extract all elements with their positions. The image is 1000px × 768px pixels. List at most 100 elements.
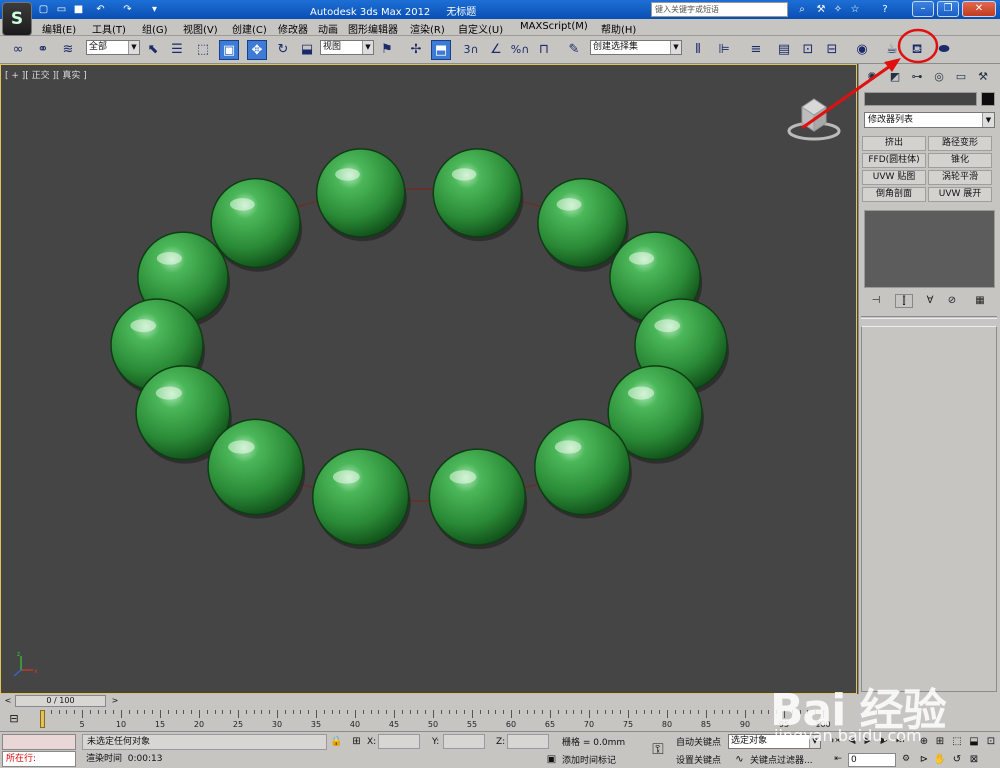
- select-scale-icon[interactable]: ⬓: [297, 40, 317, 60]
- render-production-icon[interactable]: ⬬: [934, 40, 954, 60]
- curve-editor-icon[interactable]: ⊡: [798, 40, 818, 60]
- align-icon[interactable]: ⊫: [714, 40, 734, 60]
- menu-tools[interactable]: 工具(T): [92, 21, 126, 36]
- menu-create[interactable]: 创建(C): [232, 21, 267, 36]
- time-tag-icon[interactable]: ▣: [545, 753, 558, 766]
- render-setup-icon[interactable]: ☕: [882, 40, 902, 60]
- hierarchy-tab-icon[interactable]: ⊶: [907, 67, 927, 87]
- bevel-profile-button[interactable]: 倒角剖面: [862, 187, 926, 202]
- make-unique-icon[interactable]: ∀: [921, 294, 939, 308]
- save-file-icon[interactable]: ■: [72, 3, 85, 16]
- pin-stack-icon[interactable]: ⊣: [867, 294, 885, 308]
- current-frame-field[interactable]: 0: [848, 753, 896, 767]
- restore-button[interactable]: ❐: [937, 1, 959, 17]
- layer-manager-icon[interactable]: ≡: [746, 40, 766, 60]
- go-to-start-icon[interactable]: ⏮: [829, 735, 843, 748]
- y-coordinate-field[interactable]: [443, 734, 485, 749]
- create-tab-icon[interactable]: ✺: [862, 67, 882, 87]
- rectangular-selection-icon[interactable]: ⬚: [193, 40, 213, 60]
- binoculars-icon[interactable]: ⌕: [795, 3, 809, 16]
- select-by-name-icon[interactable]: ☰: [167, 40, 187, 60]
- field-of-view-icon[interactable]: ⊳: [917, 753, 931, 767]
- utilities-tab-icon[interactable]: ⚒: [973, 67, 993, 87]
- key-selection-dropdown[interactable]: 选定对象 ▼: [728, 734, 821, 749]
- select-object-icon[interactable]: ⬉: [143, 40, 163, 60]
- undo-icon[interactable]: ↶: [94, 3, 107, 16]
- time-prev-arrow[interactable]: <: [3, 695, 13, 707]
- quick-access-dropdown-icon[interactable]: ▾: [148, 3, 161, 16]
- previous-frame-icon[interactable]: ◀: [845, 735, 859, 748]
- menu-group[interactable]: 组(G): [142, 21, 168, 36]
- zoom-extents-icon[interactable]: ⬚: [950, 735, 964, 749]
- zoom-region-icon[interactable]: ⊡: [984, 735, 998, 749]
- angle-snap-icon[interactable]: ∠: [486, 40, 506, 60]
- window-crossing-icon[interactable]: ▣: [219, 40, 239, 60]
- menu-views[interactable]: 视图(V): [183, 21, 218, 36]
- play-icon[interactable]: ▶: [861, 735, 875, 748]
- x-coordinate-field[interactable]: [378, 734, 420, 749]
- lock-selection-icon[interactable]: 🔒: [330, 735, 343, 748]
- configure-sets-icon[interactable]: ▦: [971, 294, 989, 308]
- keyboard-shortcut-override-icon[interactable]: ⬒: [431, 40, 451, 60]
- minimize-button[interactable]: –: [912, 1, 934, 17]
- close-button[interactable]: ✕: [962, 1, 996, 17]
- object-color-swatch[interactable]: [981, 92, 995, 106]
- show-end-result-icon[interactable]: ⫿: [895, 294, 913, 308]
- communication-icon[interactable]: ✧: [831, 3, 845, 16]
- menu-modifiers[interactable]: 修改器: [278, 21, 308, 36]
- pivot-center-icon[interactable]: ⚑: [377, 40, 397, 60]
- key-mode-toggle-icon[interactable]: ⇤: [831, 753, 845, 766]
- time-slider[interactable]: 0 / 100: [15, 695, 106, 707]
- menu-animation[interactable]: 动画: [318, 21, 338, 36]
- extrude-button[interactable]: 挤出: [862, 136, 926, 151]
- absolute-mode-icon[interactable]: ⊞: [350, 735, 363, 748]
- menu-edit[interactable]: 编辑(E): [42, 21, 76, 36]
- spinner-snap-icon[interactable]: ⊓: [534, 40, 554, 60]
- next-frame-icon[interactable]: ▶: [877, 735, 891, 748]
- remove-modifier-icon[interactable]: ⊘: [943, 294, 961, 308]
- pan-view-icon[interactable]: ✋: [933, 753, 947, 767]
- menu-help[interactable]: 帮助(H): [601, 21, 636, 36]
- uvw-map-button[interactable]: UVW 贴图: [862, 170, 926, 185]
- timeline-track[interactable]: 5 10 15 20 25 30 35 40 45 50 55 60 65 70 75 80 85 90 95 100: [38, 710, 831, 729]
- link-icon[interactable]: ∞: [8, 40, 28, 60]
- rendered-frame-window-icon[interactable]: ⛾: [907, 40, 927, 60]
- z-coordinate-field[interactable]: [507, 734, 549, 749]
- reference-coordinate-dropdown[interactable]: 视图 ▼: [320, 40, 374, 55]
- key-filters-button[interactable]: 关键点过滤器...: [750, 753, 813, 766]
- set-key-button[interactable]: 设置关键点: [676, 753, 721, 766]
- selection-filter-dropdown[interactable]: 全部 ▼: [86, 40, 140, 55]
- menu-maxscript[interactable]: MAXScript(M): [520, 21, 588, 32]
- new-file-icon[interactable]: ▢: [37, 3, 50, 16]
- zoom-icon[interactable]: ⊕: [917, 735, 931, 749]
- select-manipulate-icon[interactable]: ✢: [406, 40, 426, 60]
- open-file-icon[interactable]: ▭: [55, 3, 68, 16]
- modifier-list-dropdown[interactable]: 修改器列表 ▼: [864, 112, 995, 128]
- material-editor-icon[interactable]: ◉: [852, 40, 872, 60]
- edit-named-selection-icon[interactable]: ✎: [564, 40, 584, 60]
- graphite-tools-icon[interactable]: ▤: [774, 40, 794, 60]
- subscription-icon[interactable]: ⚒: [814, 3, 828, 16]
- bind-space-warp-icon[interactable]: ≋: [58, 40, 78, 60]
- time-configuration-icon[interactable]: ⚙: [899, 753, 913, 766]
- select-move-icon[interactable]: ✥: [247, 40, 267, 60]
- modify-tab-icon[interactable]: ◩: [885, 67, 905, 87]
- go-to-end-icon[interactable]: ⏭: [893, 735, 907, 748]
- percent-snap-icon[interactable]: %∩: [510, 40, 530, 60]
- orbit-icon[interactable]: ↺: [950, 753, 964, 767]
- ffd-cylinder-button[interactable]: FFD(圆柱体): [862, 153, 926, 168]
- unwrap-uvw-button[interactable]: UVW 展开: [928, 187, 992, 202]
- redo-icon[interactable]: ↷: [121, 3, 134, 16]
- time-cursor[interactable]: [40, 710, 45, 728]
- maximize-viewport-icon[interactable]: ⊠: [967, 753, 981, 767]
- add-time-tag[interactable]: 添加时间标记: [562, 753, 616, 766]
- favorites-icon[interactable]: ☆: [848, 3, 862, 16]
- select-rotate-icon[interactable]: ↻: [273, 40, 293, 60]
- maxscript-listener-mini[interactable]: [2, 734, 76, 750]
- help-icon[interactable]: ?: [878, 3, 892, 16]
- schematic-view-icon[interactable]: ⊟: [822, 40, 842, 60]
- zoom-all-icon[interactable]: ⊞: [933, 735, 947, 749]
- perspective-viewport[interactable]: [ + ][ 正交 ][ 真实 ] x z: [0, 64, 857, 694]
- path-deform-button[interactable]: 路径变形: [928, 136, 992, 151]
- modifier-stack[interactable]: [864, 210, 995, 288]
